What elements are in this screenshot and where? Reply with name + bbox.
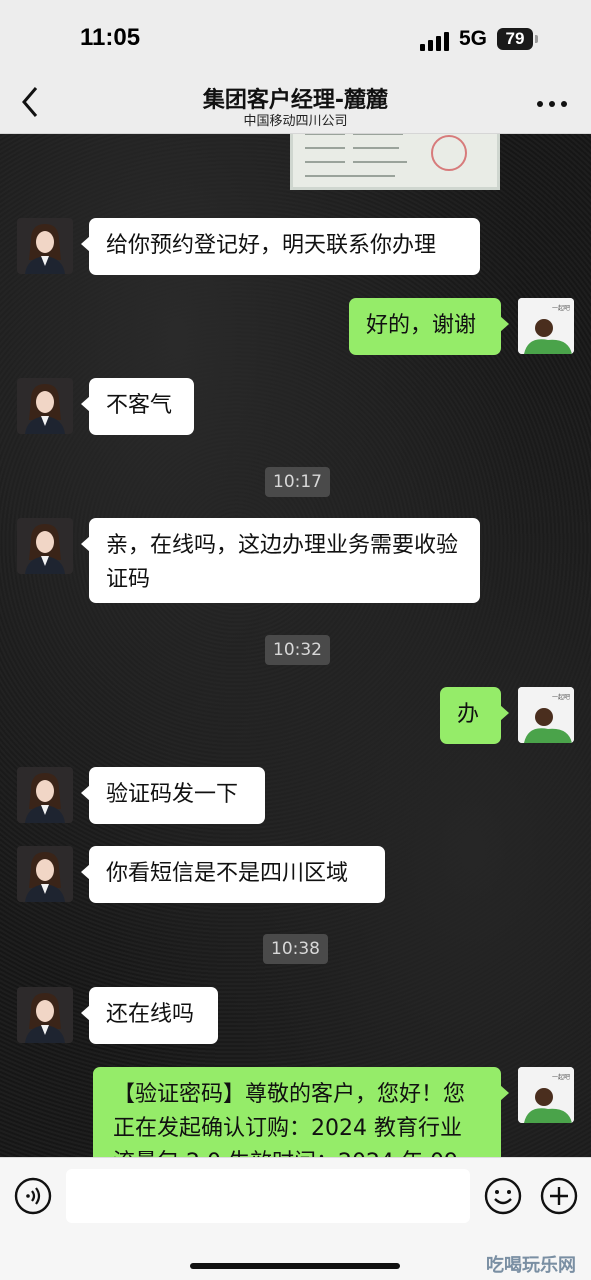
message-bubble[interactable]: 好的，谢谢 <box>349 298 509 355</box>
more-dots-icon[interactable] <box>534 96 570 112</box>
voice-icon[interactable] <box>14 1177 52 1215</box>
manager-avatar[interactable] <box>17 518 73 574</box>
chat-area[interactable]: 给你预约登记好，明天联系你办理 好的，谢谢 一起吧 不客气 10:17 亲，在线… <box>0 134 591 1157</box>
plus-icon[interactable] <box>540 1177 578 1215</box>
message-bubble[interactable]: 给你预约登记好，明天联系你办理 <box>81 218 480 275</box>
input-bar: 吃喝玩乐网 <box>0 1157 591 1280</box>
timestamp: 10:17 <box>265 467 330 497</box>
manager-avatar[interactable] <box>17 846 73 902</box>
svg-text:一起吧: 一起吧 <box>552 693 570 701</box>
user-avatar[interactable]: 一起吧 <box>518 1067 574 1123</box>
svg-text:一起吧: 一起吧 <box>552 304 570 312</box>
timestamp: 10:38 <box>263 934 328 964</box>
home-indicator <box>190 1263 400 1269</box>
message-bubble[interactable]: 你看短信是不是四川区域 <box>81 846 385 903</box>
emoji-icon[interactable] <box>484 1177 522 1215</box>
seal-stamp <box>431 135 467 171</box>
battery-cap <box>535 35 538 43</box>
message-bubble[interactable]: 还在线吗 <box>81 987 218 1044</box>
manager-avatar[interactable] <box>17 767 73 823</box>
manager-avatar[interactable] <box>17 378 73 434</box>
message-bubble[interactable]: 办 <box>440 687 509 744</box>
user-avatar[interactable]: 一起吧 <box>518 687 574 743</box>
header: 11:05 5G 79 集团客户经理-麓麓 中国移动四川公司 <box>0 0 591 134</box>
signal-icon <box>420 32 449 51</box>
message-input[interactable] <box>66 1169 470 1223</box>
status-time: 11:05 <box>80 24 141 51</box>
manager-avatar[interactable] <box>17 987 73 1043</box>
document-image[interactable] <box>290 134 500 190</box>
network-type: 5G <box>459 27 488 50</box>
watermark: 吃喝玩乐网 <box>486 1255 576 1276</box>
svg-text:一起吧: 一起吧 <box>552 1073 570 1081</box>
message-bubble[interactable]: 不客气 <box>81 378 194 435</box>
message-bubble[interactable]: 【验证密码】尊敬的客户，您好！您正在发起确认订购：2024 教育行业流量包 2.… <box>93 1067 509 1157</box>
chat-subtitle: 中国移动四川公司 <box>243 114 348 129</box>
manager-avatar[interactable] <box>17 218 73 274</box>
message-bubble[interactable]: 验证码发一下 <box>81 767 265 824</box>
battery-level: 79 <box>497 28 533 50</box>
message-bubble[interactable]: 亲，在线吗，这边办理业务需要收验证码 <box>81 518 480 603</box>
user-avatar[interactable]: 一起吧 <box>518 298 574 354</box>
back-chevron-icon[interactable] <box>14 84 46 120</box>
timestamp: 10:32 <box>265 635 330 665</box>
